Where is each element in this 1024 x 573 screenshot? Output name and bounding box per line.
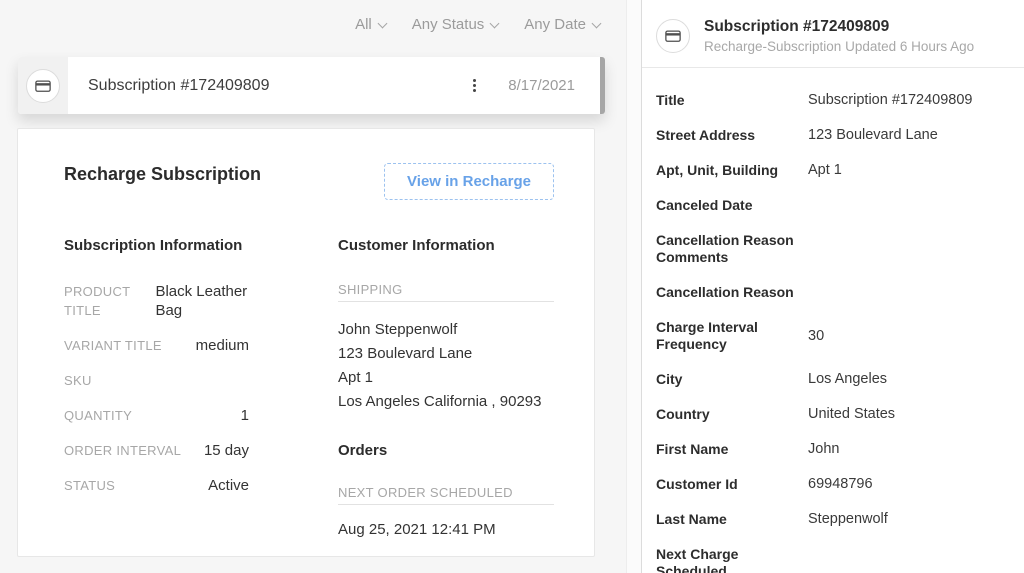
field-value: Subscription #172409809 bbox=[808, 92, 972, 109]
field-label: QUANTITY bbox=[64, 406, 231, 425]
credit-card-icon bbox=[26, 69, 60, 103]
filter-bar: All Any Status Any Date bbox=[355, 16, 600, 33]
field-row: Charge Interval Frequency 30 bbox=[656, 319, 1004, 353]
side-panel-header: Subscription #172409809 Recharge-Subscri… bbox=[642, 0, 1024, 68]
recharge-subscription-card: Recharge Subscription View in Recharge S… bbox=[17, 128, 595, 557]
field-row: Cancellation Reason bbox=[656, 284, 1004, 301]
field-label: Customer Id bbox=[656, 476, 802, 493]
view-in-recharge-button[interactable]: View in Recharge bbox=[384, 163, 554, 200]
filter-date-dropdown[interactable]: Any Date bbox=[524, 16, 600, 33]
field-label: STATUS bbox=[64, 476, 198, 495]
field-label: ORDER INTERVAL bbox=[64, 441, 194, 460]
filter-all-dropdown[interactable]: All bbox=[355, 16, 386, 33]
orders-heading: Orders bbox=[338, 442, 554, 459]
filter-date-label: Any Date bbox=[524, 16, 586, 33]
shipping-address: John Steppenwolf 123 Boulevard Lane Apt … bbox=[338, 318, 554, 414]
field-value: United States bbox=[808, 406, 895, 423]
subscription-information-section: Subscription Information PRODUCT TITLE B… bbox=[64, 237, 249, 538]
app-root: All Any Status Any Date Subscription #17… bbox=[0, 0, 1024, 573]
address-line: John Steppenwolf bbox=[338, 318, 554, 342]
subscription-field-list: PRODUCT TITLE Black Leather Bag VARIANT … bbox=[64, 282, 249, 495]
field-row: Country United States bbox=[656, 406, 1004, 423]
card-columns: Subscription Information PRODUCT TITLE B… bbox=[64, 237, 554, 538]
field-value: 1 bbox=[241, 406, 249, 425]
field-label: VARIANT TITLE bbox=[64, 336, 186, 355]
field-row: ORDER INTERVAL 15 day bbox=[64, 441, 249, 460]
field-value: 69948796 bbox=[808, 476, 873, 493]
event-title: Subscription #172409809 bbox=[88, 77, 269, 95]
event-date: 8/17/2021 bbox=[508, 77, 575, 94]
field-label: Next Charge Scheduled bbox=[656, 546, 802, 573]
field-row: SKU bbox=[64, 371, 249, 390]
field-label: PRODUCT TITLE bbox=[64, 282, 145, 320]
field-row: Apt, Unit, Building Apt 1 bbox=[656, 162, 1004, 179]
field-label: Country bbox=[656, 406, 802, 423]
field-value: 15 day bbox=[204, 441, 249, 460]
field-label: Charge Interval Frequency bbox=[656, 319, 802, 353]
customer-info-heading: Customer Information bbox=[338, 237, 554, 254]
field-value: medium bbox=[196, 336, 249, 355]
chevron-down-icon bbox=[490, 19, 500, 29]
left-pane-scrollbar[interactable] bbox=[626, 0, 641, 573]
tickets-pane: All Any Status Any Date Subscription #17… bbox=[0, 0, 641, 573]
card-top-row: Recharge Subscription View in Recharge bbox=[64, 156, 554, 200]
field-value: John bbox=[808, 441, 839, 458]
field-row: First Name John bbox=[656, 441, 1004, 458]
field-row: Canceled Date bbox=[656, 197, 1004, 214]
field-label: City bbox=[656, 371, 802, 388]
field-label: Cancellation Reason Comments bbox=[656, 232, 802, 266]
field-row: Customer Id 69948796 bbox=[656, 476, 1004, 493]
field-value: Black Leather Bag bbox=[155, 282, 249, 320]
shipping-label: SHIPPING bbox=[338, 282, 554, 302]
field-label: SKU bbox=[64, 371, 239, 390]
field-label: Last Name bbox=[656, 511, 802, 528]
filter-status-dropdown[interactable]: Any Status bbox=[412, 16, 499, 33]
integration-side-panel: Subscription #172409809 Recharge-Subscri… bbox=[641, 0, 1024, 573]
event-icon-cell bbox=[18, 57, 68, 114]
field-label: Apt, Unit, Building bbox=[656, 162, 802, 179]
customer-information-section: Customer Information SHIPPING John Stepp… bbox=[338, 237, 554, 538]
field-value: Apt 1 bbox=[808, 162, 842, 179]
next-order-label: NEXT ORDER SCHEDULED bbox=[338, 485, 554, 505]
field-row: Street Address 123 Boulevard Lane bbox=[656, 127, 1004, 144]
kebab-menu-icon[interactable] bbox=[467, 73, 482, 98]
address-line: 123 Boulevard Lane bbox=[338, 342, 554, 366]
field-label: Canceled Date bbox=[656, 197, 802, 214]
filter-status-label: Any Status bbox=[412, 16, 485, 33]
field-row: STATUS Active bbox=[64, 476, 249, 495]
filter-all-label: All bbox=[355, 16, 372, 33]
field-value: Steppenwolf bbox=[808, 511, 888, 528]
field-row: Next Charge Scheduled bbox=[656, 546, 1004, 573]
card-heading: Recharge Subscription bbox=[64, 164, 261, 185]
credit-card-icon bbox=[656, 19, 690, 53]
address-line: Apt 1 bbox=[338, 366, 554, 390]
field-label: Cancellation Reason bbox=[656, 284, 802, 301]
field-value: 30 bbox=[808, 328, 824, 345]
field-row: PRODUCT TITLE Black Leather Bag bbox=[64, 282, 249, 320]
subscription-info-heading: Subscription Information bbox=[64, 237, 249, 254]
next-order-value: Aug 25, 2021 12:41 PM bbox=[338, 521, 554, 538]
side-panel-header-text: Subscription #172409809 Recharge-Subscri… bbox=[704, 18, 974, 54]
field-row: Last Name Steppenwolf bbox=[656, 511, 1004, 528]
chevron-down-icon bbox=[592, 19, 602, 29]
field-value: 123 Boulevard Lane bbox=[808, 127, 938, 144]
field-label: Title bbox=[656, 92, 802, 109]
field-value: Los Angeles bbox=[808, 371, 887, 388]
side-panel-field-list: Title Subscription #172409809 Street Add… bbox=[642, 68, 1024, 573]
chevron-down-icon bbox=[377, 19, 387, 29]
address-line: Los Angeles California , 90293 bbox=[338, 390, 554, 414]
side-panel-title: Subscription #172409809 bbox=[704, 18, 974, 36]
side-panel-subtitle: Recharge-Subscription Updated 6 Hours Ag… bbox=[704, 39, 974, 54]
field-row: Cancellation Reason Comments bbox=[656, 232, 1004, 266]
field-row: VARIANT TITLE medium bbox=[64, 336, 249, 355]
field-value: Active bbox=[208, 476, 249, 495]
field-label: First Name bbox=[656, 441, 802, 458]
field-label: Street Address bbox=[656, 127, 802, 144]
subscription-event-header[interactable]: Subscription #172409809 8/17/2021 bbox=[18, 57, 605, 114]
field-row: City Los Angeles bbox=[656, 371, 1004, 388]
field-row: QUANTITY 1 bbox=[64, 406, 249, 425]
field-row: Title Subscription #172409809 bbox=[656, 92, 1004, 109]
